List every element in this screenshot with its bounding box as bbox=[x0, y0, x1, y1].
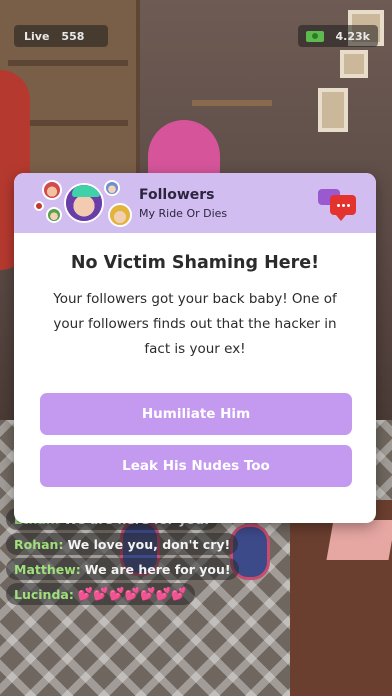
live-count: 558 bbox=[61, 29, 85, 43]
dialog-title: No Victim Shaming Here! bbox=[70, 253, 320, 273]
chat-text: 💕💕💕💕💕💕💕 bbox=[77, 586, 187, 601]
chat-message: Rohan: We love you, don't cry! bbox=[6, 533, 239, 555]
cash-icon bbox=[306, 30, 324, 42]
chat-text: We love you, don't cry! bbox=[67, 536, 231, 552]
wall-shelf bbox=[192, 100, 272, 106]
dialog-header-subtitle: My Ride Or Dies bbox=[139, 207, 228, 220]
money-value: 4.23k bbox=[335, 29, 370, 43]
picture-frame bbox=[318, 88, 348, 132]
chat-message: Lucinda: 💕💕💕💕💕💕💕 bbox=[6, 583, 195, 605]
leak-his-nudes-button[interactable]: Leak His Nudes Too bbox=[40, 445, 352, 487]
follower-avatar bbox=[104, 180, 120, 196]
humiliate-him-button[interactable]: Humiliate Him bbox=[40, 393, 352, 435]
live-viewers-counter: Live 558 bbox=[14, 25, 108, 47]
follower-avatar bbox=[42, 180, 62, 200]
chat-bubbles-icon bbox=[318, 187, 358, 221]
dialog-header-title: Followers bbox=[139, 187, 215, 203]
followers-event-dialog: Followers My Ride Or Dies No Victim Sham… bbox=[14, 173, 376, 523]
player-avatar bbox=[64, 183, 104, 223]
chat-message: Matthew: We are here for you! bbox=[6, 558, 239, 580]
follower-avatar bbox=[46, 207, 62, 223]
picture-frame bbox=[340, 50, 368, 78]
money-counter: 4.23k bbox=[298, 25, 378, 47]
chat-username: Matthew: bbox=[14, 561, 81, 577]
laptop bbox=[326, 520, 392, 560]
notification-dot bbox=[34, 201, 44, 211]
chat-username: Lucinda: bbox=[14, 586, 74, 602]
chat-username: Rohan: bbox=[14, 536, 64, 552]
chat-text: We are here for you! bbox=[84, 561, 231, 577]
follower-avatar bbox=[108, 203, 132, 227]
dialog-message: Your followers got your back baby! One o… bbox=[53, 291, 337, 357]
dialog-header: Followers My Ride Or Dies bbox=[14, 173, 376, 233]
live-label: Live bbox=[24, 29, 50, 43]
